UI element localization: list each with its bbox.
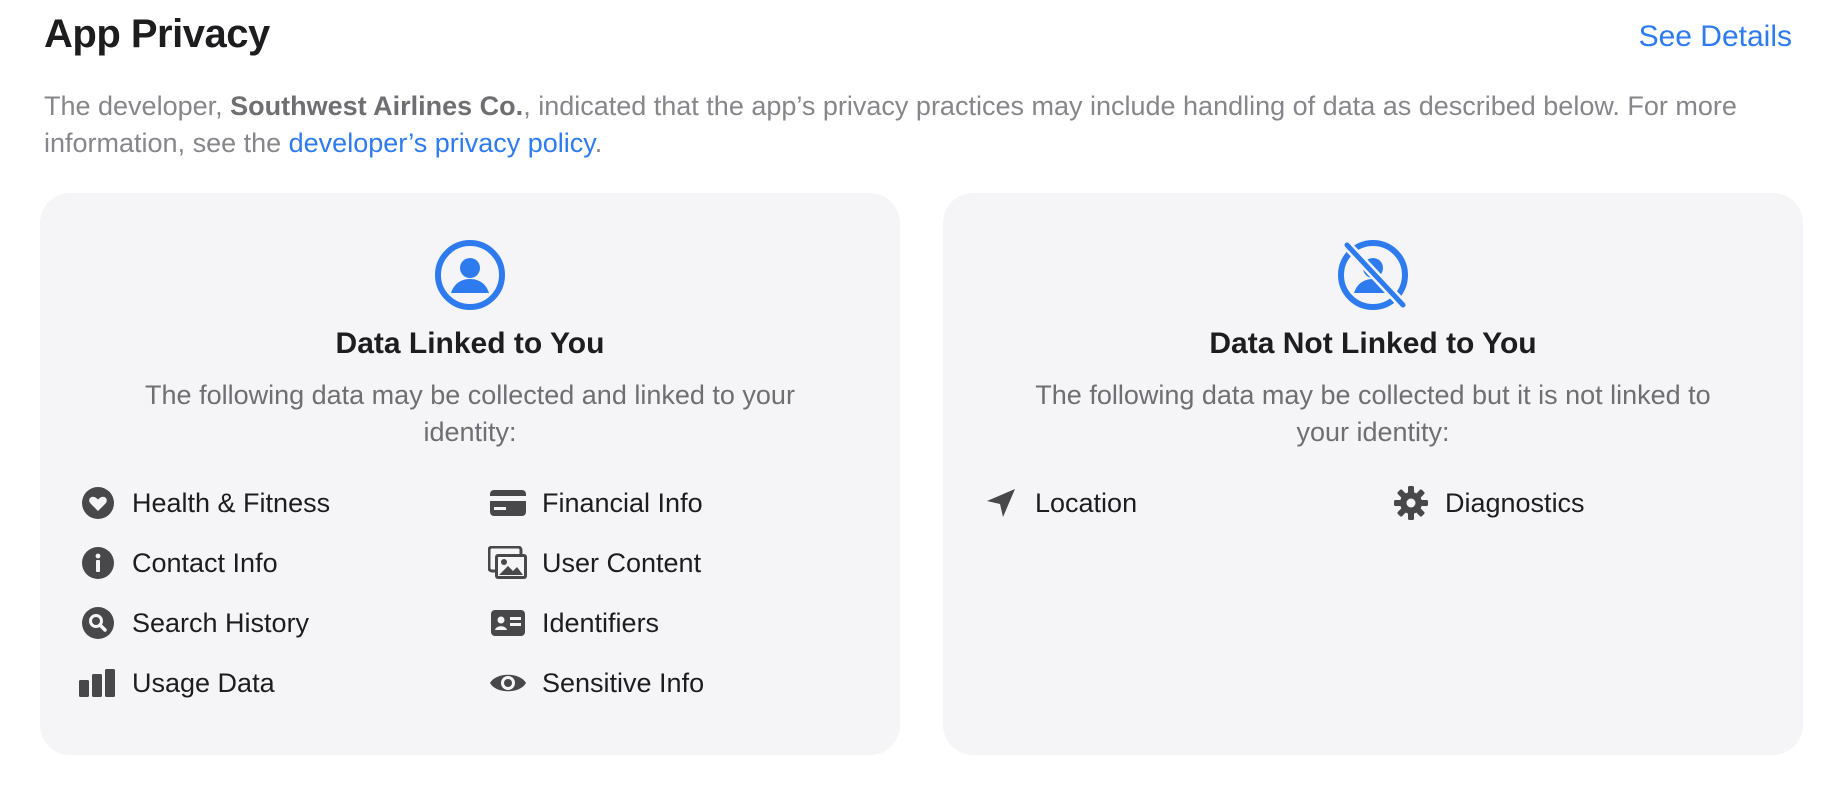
linked-subtitle: The following data may be collected and … <box>145 380 795 447</box>
item-label: Financial Info <box>542 487 703 518</box>
list-item: Usage Data <box>78 663 275 703</box>
person-circle-icon <box>434 239 506 311</box>
magnifier-icon <box>78 603 118 643</box>
list-item: Contact Info <box>78 543 278 583</box>
item-label: Search History <box>132 607 310 638</box>
item-label: Diagnostics <box>1445 487 1585 518</box>
list-item: Location <box>981 483 1137 523</box>
credit-card-icon <box>488 483 528 523</box>
eye-icon <box>488 663 528 703</box>
list-item: Sensitive Info <box>488 663 704 703</box>
description-prefix: The developer, <box>44 91 231 121</box>
data-not-linked-card: Data Not Linked to You The following dat… <box>943 193 1803 755</box>
bar-chart-icon <box>78 663 118 703</box>
developer-name: Southwest Airlines Co. <box>230 91 524 121</box>
not-linked-subtitle: The following data may be collected but … <box>1035 380 1711 447</box>
data-linked-card: Data Linked to You The following data ma… <box>40 193 900 755</box>
list-item: Identifiers <box>488 603 659 643</box>
list-item: Health & Fitness <box>78 483 330 523</box>
privacy-policy-link[interactable]: developer’s privacy policy <box>289 128 595 158</box>
list-item: Diagnostics <box>1391 483 1585 523</box>
item-label: Location <box>1035 487 1138 518</box>
id-card-icon <box>488 603 528 643</box>
item-label: Sensitive Info <box>542 667 705 698</box>
item-label: Health & Fitness <box>132 487 331 518</box>
page-title: App Privacy <box>44 12 270 56</box>
item-label: Usage Data <box>132 667 275 698</box>
gear-icon <box>1391 483 1431 523</box>
see-details-link[interactable]: See Details <box>1639 20 1792 54</box>
linked-title: Data Linked to You <box>335 327 605 360</box>
heart-icon <box>78 483 118 523</box>
item-label: Identifiers <box>542 607 660 638</box>
list-item: Financial Info <box>488 483 703 523</box>
person-circle-slash-icon <box>1337 239 1409 311</box>
privacy-description: The developer, Southwest Airlines Co., i… <box>44 88 1804 162</box>
not-linked-title: Data Not Linked to You <box>1209 327 1537 360</box>
photos-icon <box>488 543 528 583</box>
list-item: Search History <box>78 603 309 643</box>
location-arrow-icon <box>981 483 1021 523</box>
item-label: Contact Info <box>132 547 278 578</box>
info-icon <box>78 543 118 583</box>
item-label: User Content <box>542 547 702 578</box>
app-privacy-header: App Privacy See Details <box>44 8 1792 68</box>
list-item: User Content <box>488 543 701 583</box>
description-suffix: . <box>594 128 603 158</box>
